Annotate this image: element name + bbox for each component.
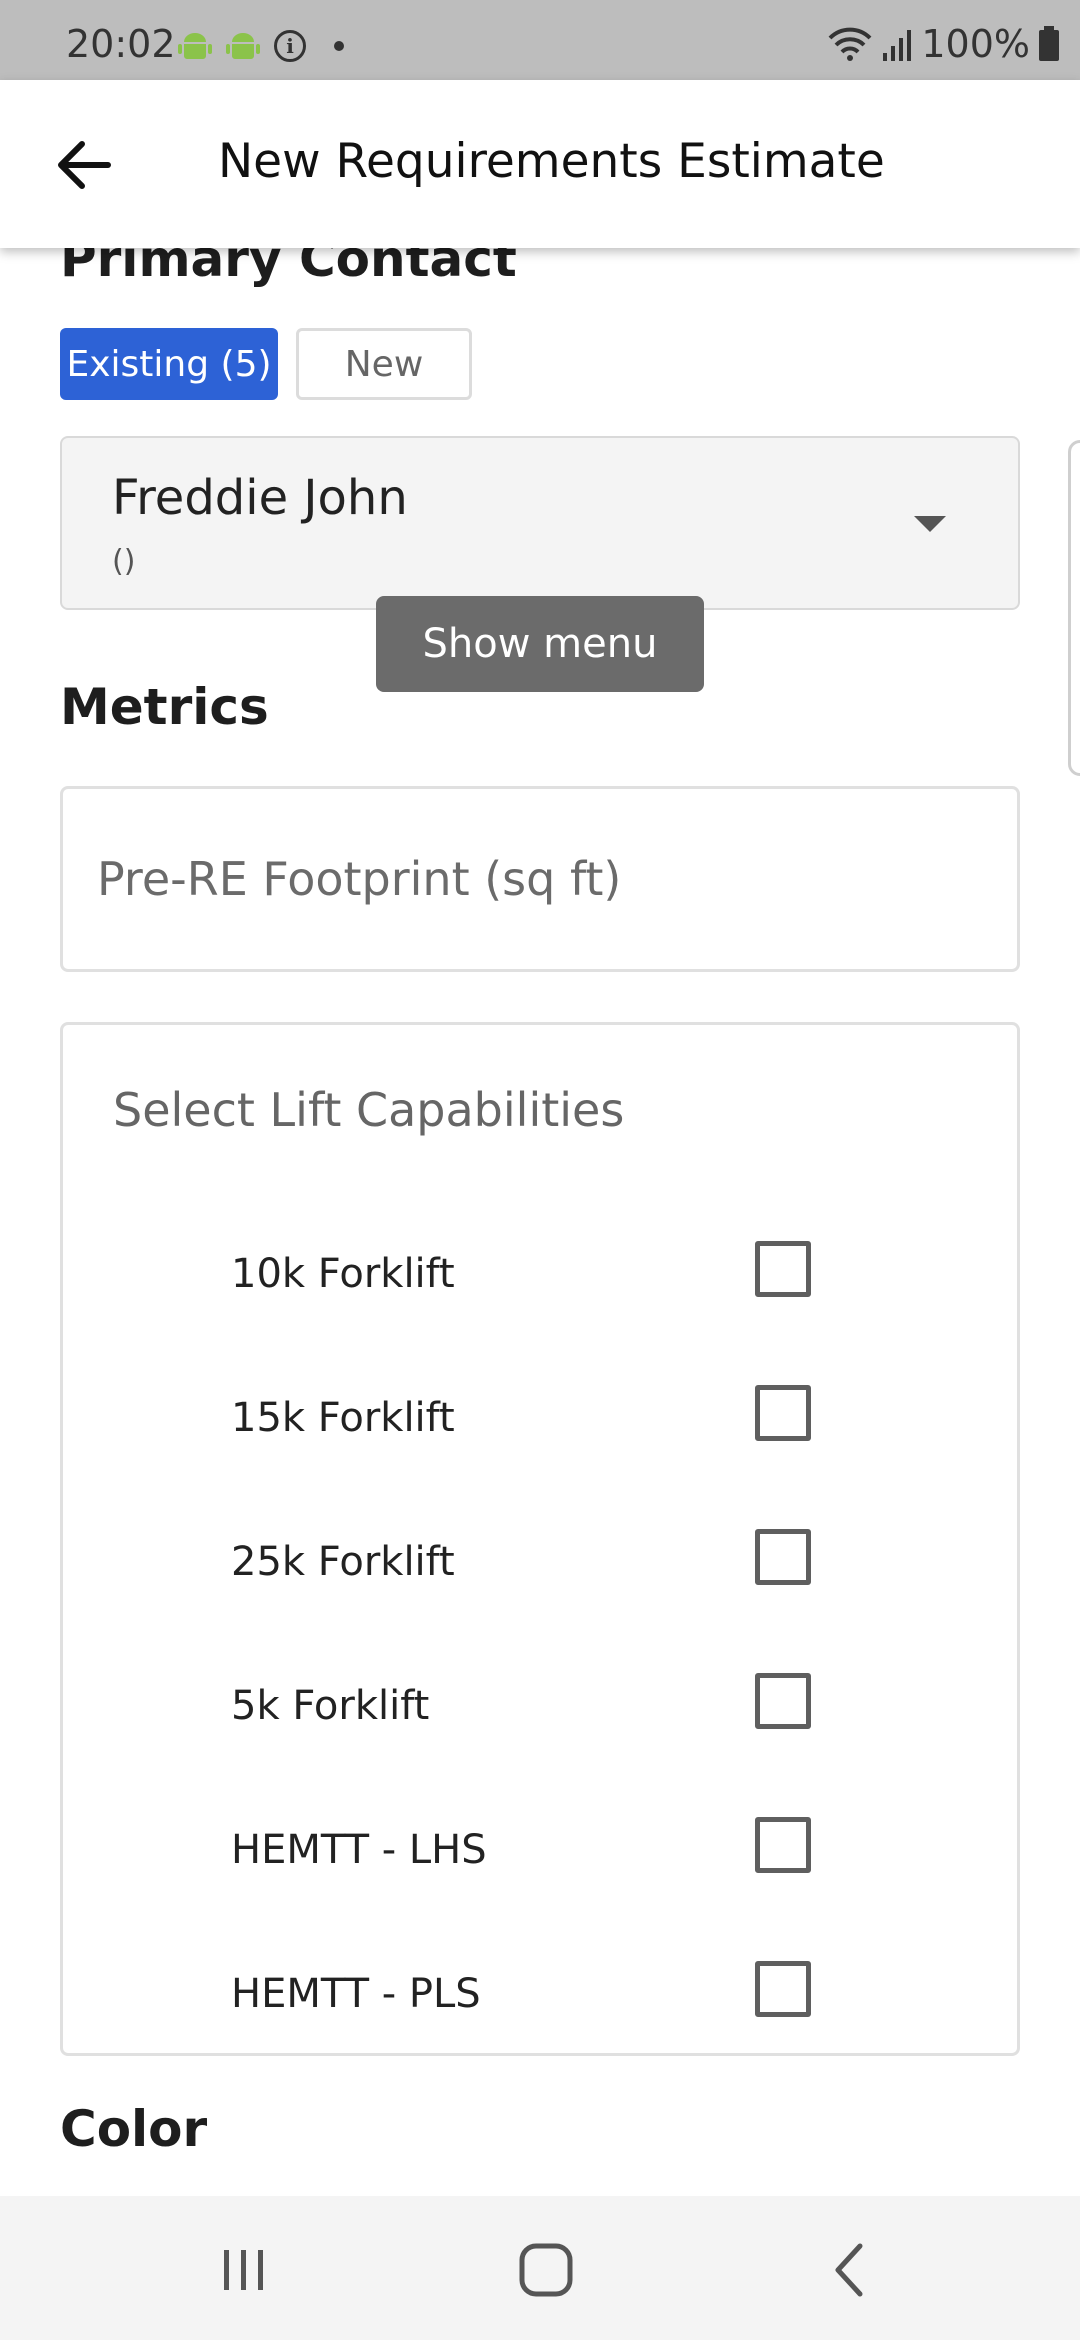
color-heading: Color [60,2100,208,2158]
footprint-field[interactable] [60,786,1020,972]
primary-contact-heading: Primary Contact [60,248,517,288]
android-icon [226,33,260,59]
signal-icon [883,30,912,61]
battery-icon [1039,26,1059,61]
page-title: New Requirements Estimate [218,134,885,189]
lift-checkbox[interactable] [755,1673,811,1729]
contact-detail: () [112,544,136,579]
status-bar: 20:02 i 100% [0,0,1080,80]
form-content[interactable]: Primary Contact Existing (5) New Freddie… [0,248,1080,2196]
status-system-icons: 100% [827,22,1060,66]
lift-checkbox[interactable] [755,1961,811,2017]
metrics-heading: Metrics [60,678,269,736]
wifi-icon [828,27,872,61]
new-contact-toggle[interactable]: New [296,328,472,400]
lift-label: HEMTT - LHS [231,1827,487,1873]
lift-checkbox[interactable] [755,1241,811,1297]
lift-checkbox[interactable] [755,1529,811,1585]
contact-select[interactable]: Freddie John () [60,436,1020,610]
arrow-left-icon[interactable] [48,130,118,200]
lift-label: 5k Forklift [231,1683,430,1729]
contact-name: Freddie John [112,470,408,526]
list-item[interactable]: 5k Forklift [63,1661,1023,1761]
recents-icon[interactable] [206,2232,282,2308]
list-item[interactable]: 25k Forklift [63,1517,1023,1617]
app-bar: New Requirements Estimate [0,80,1080,248]
home-icon[interactable] [508,2232,584,2308]
show-menu-tooltip: Show menu [376,596,704,692]
list-item[interactable]: 10k Forklift [63,1229,1023,1329]
footprint-input[interactable] [97,839,977,919]
status-time: 20:02 [66,22,176,66]
info-icon: i [274,30,306,62]
list-item[interactable]: HEMTT - LHS [63,1805,1023,1905]
lift-label: 25k Forklift [231,1539,455,1585]
lift-label: 10k Forklift [231,1251,455,1297]
lift-capabilities-card: Select Lift Capabilities 10k Forklift 15… [60,1022,1020,2056]
existing-contact-toggle[interactable]: Existing (5) [60,328,278,400]
lift-checkbox[interactable] [755,1385,811,1441]
status-notification-icons: i [178,30,344,62]
back-icon[interactable] [812,2232,888,2308]
lift-label: HEMTT - PLS [231,1971,481,2017]
list-item[interactable]: 15k Forklift [63,1373,1023,1473]
lift-checkbox[interactable] [755,1817,811,1873]
list-item[interactable]: HEMTT - PLS [63,1949,1023,2049]
battery-percent: 100% [921,22,1030,66]
lift-capabilities-title: Select Lift Capabilities [113,1083,625,1137]
system-nav-bar [0,2196,1080,2340]
lift-label: 15k Forklift [231,1395,455,1441]
android-icon [178,33,212,59]
dot-icon [334,41,344,51]
side-panel-handle[interactable] [1068,440,1080,776]
chevron-down-icon [914,516,946,532]
